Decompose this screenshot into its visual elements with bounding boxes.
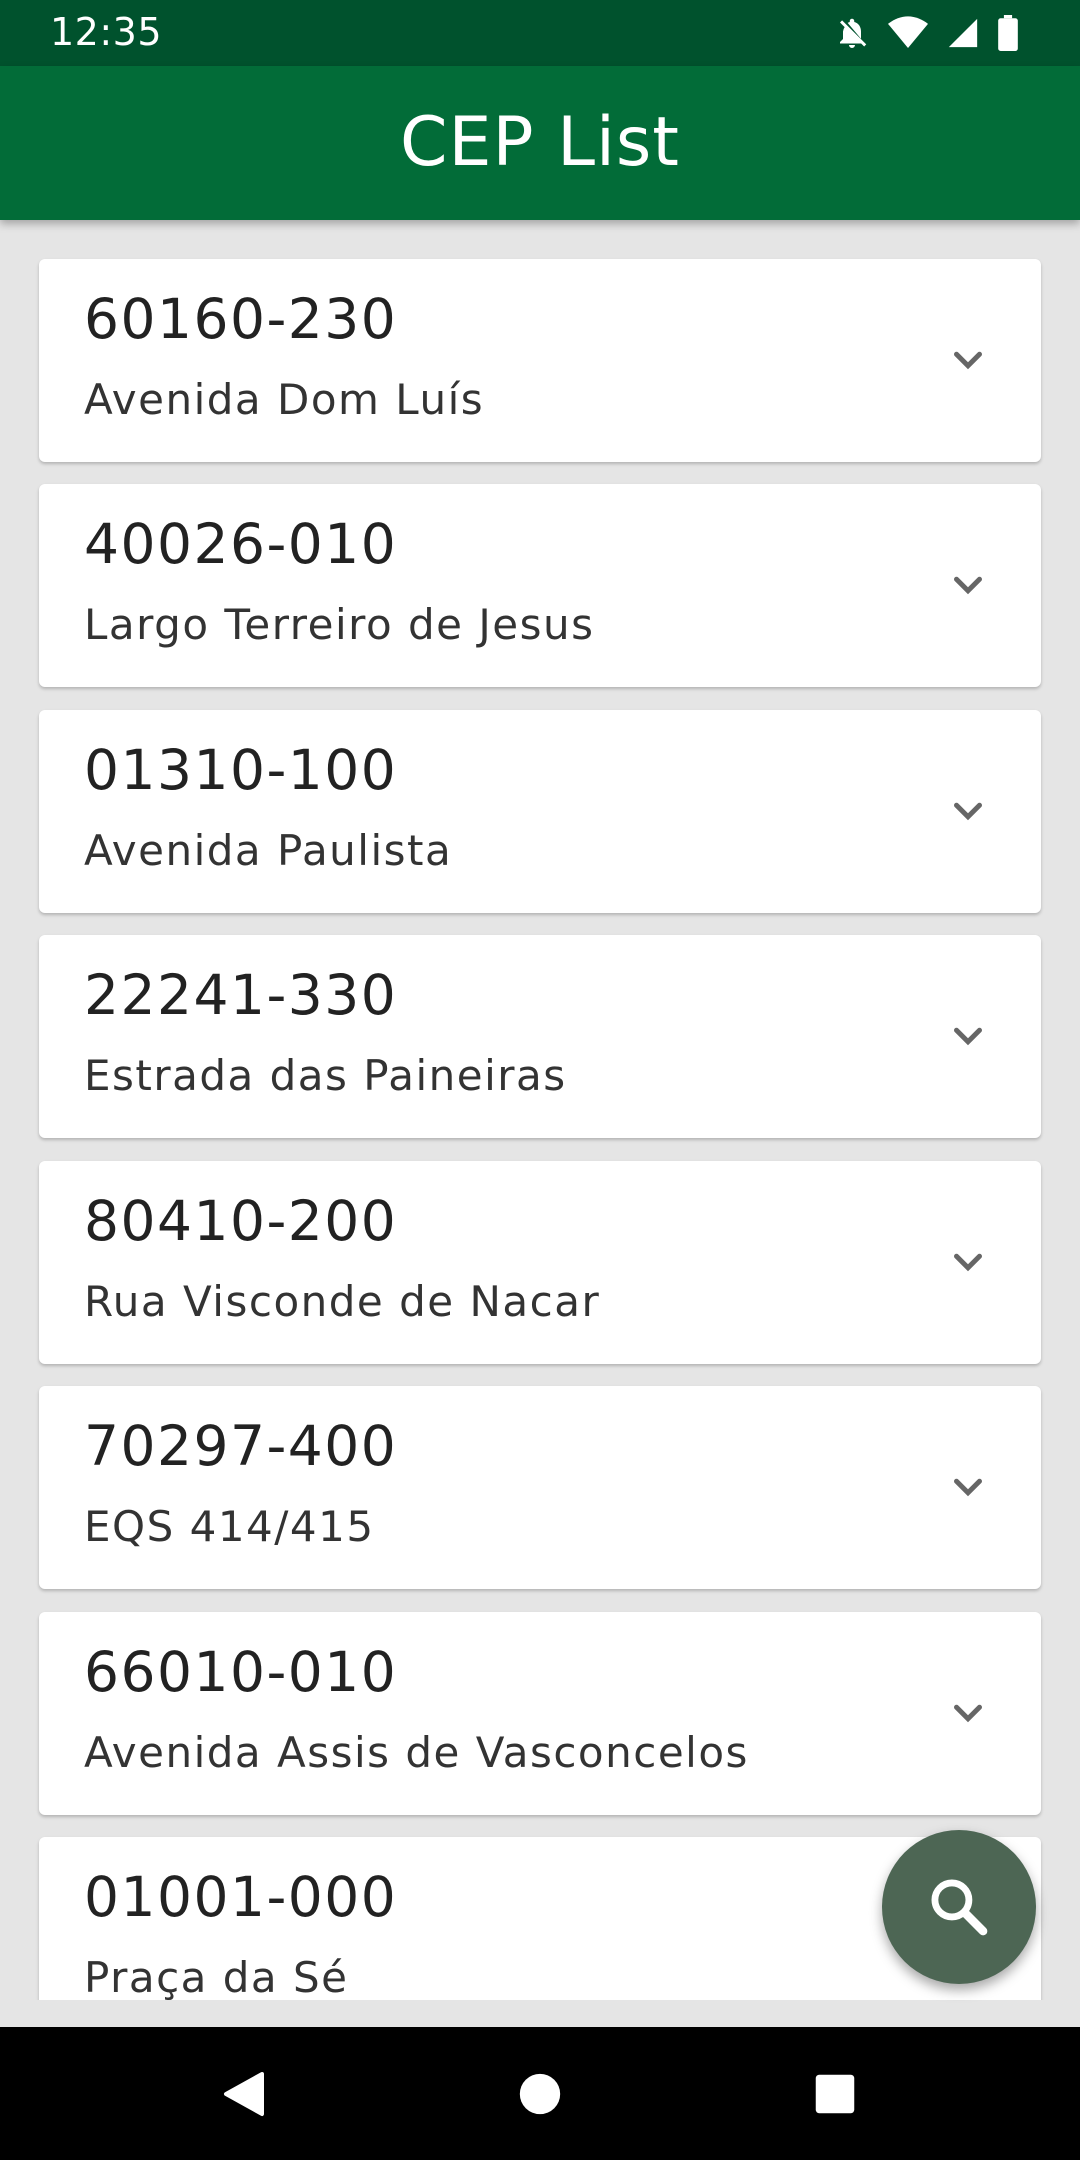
- home-icon: [519, 2073, 561, 2114]
- street-name: Largo Terreiro de Jesus: [84, 600, 595, 649]
- battery-icon: [998, 15, 1018, 51]
- notifications-off-icon: [834, 15, 870, 51]
- signal-icon: [946, 16, 980, 50]
- navigation-bar: [0, 2027, 1080, 2160]
- cep-code: 40026-010: [84, 512, 398, 576]
- status-bar: 12:35: [0, 0, 1080, 66]
- search-icon: [931, 1879, 988, 1936]
- cep-code: 80410-200: [84, 1189, 398, 1253]
- chevron-down-icon[interactable]: [945, 1690, 991, 1736]
- back-icon: [224, 2071, 264, 2116]
- chevron-down-icon[interactable]: [945, 562, 991, 608]
- street-name: Praça da Sé: [84, 1953, 349, 2000]
- recents-button[interactable]: [775, 2027, 895, 2160]
- street-name: EQS 414/415: [84, 1502, 375, 1551]
- street-name: Rua Visconde de Nacar: [84, 1277, 601, 1326]
- status-time: 12:35: [50, 10, 163, 54]
- cep-code: 60160-230: [84, 287, 398, 351]
- chevron-down-icon[interactable]: [945, 337, 991, 383]
- page-title: CEP List: [400, 103, 680, 182]
- status-icons: [834, 14, 1018, 52]
- cep-code: 01001-000: [84, 1865, 398, 1929]
- cep-list[interactable]: 60160-230 Avenida Dom Luís 40026-010 Lar…: [0, 220, 1080, 2000]
- cep-code: 70297-400: [84, 1414, 398, 1478]
- street-name: Avenida Assis de Vasconcelos: [84, 1728, 749, 1777]
- home-button[interactable]: [480, 2027, 600, 2160]
- app-bar: CEP List: [0, 66, 1080, 220]
- back-button[interactable]: [184, 2027, 304, 2160]
- list-item[interactable]: 40026-010 Largo Terreiro de Jesus: [39, 484, 1041, 687]
- street-name: Avenida Dom Luís: [84, 375, 485, 424]
- wifi-icon: [888, 16, 928, 50]
- list-item[interactable]: 66010-010 Avenida Assis de Vasconcelos: [39, 1612, 1041, 1815]
- cep-code: 22241-330: [84, 963, 398, 1027]
- street-name: Estrada das Paineiras: [84, 1051, 567, 1100]
- cep-code: 66010-010: [84, 1640, 398, 1704]
- list-item[interactable]: 80410-200 Rua Visconde de Nacar: [39, 1161, 1041, 1364]
- cep-code: 01310-100: [84, 738, 398, 802]
- list-item[interactable]: 70297-400 EQS 414/415: [39, 1386, 1041, 1589]
- recents-icon: [815, 2074, 855, 2113]
- search-button[interactable]: [882, 1830, 1036, 1984]
- street-name: Avenida Paulista: [84, 826, 453, 875]
- chevron-down-icon[interactable]: [945, 1464, 991, 1510]
- list-item[interactable]: 22241-330 Estrada das Paineiras: [39, 935, 1041, 1138]
- list-item[interactable]: 01310-100 Avenida Paulista: [39, 710, 1041, 913]
- chevron-down-icon[interactable]: [945, 1013, 991, 1059]
- list-item[interactable]: 60160-230 Avenida Dom Luís: [39, 259, 1041, 462]
- chevron-down-icon[interactable]: [945, 1239, 991, 1285]
- chevron-down-icon[interactable]: [945, 788, 991, 834]
